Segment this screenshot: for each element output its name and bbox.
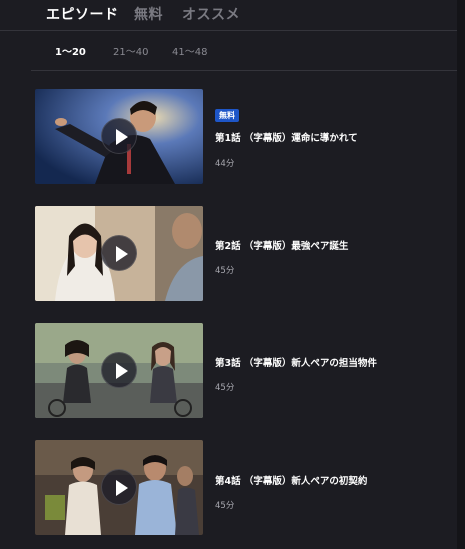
play-icon[interactable] [101, 352, 137, 388]
episode-3-thumbnail[interactable] [35, 323, 203, 418]
tab-recommended[interactable]: オススメ [182, 4, 240, 24]
episode-3-title[interactable]: 第3話 （字幕版）新人ペアの担当物件 [215, 355, 377, 369]
play-icon[interactable] [101, 235, 137, 271]
episode-2-title[interactable]: 第2話 （字幕版）最強ペア誕生 [215, 238, 348, 252]
episode-item-2[interactable]: 第2話 （字幕版）最強ペア誕生 45分 [35, 206, 455, 302]
tab-episodes[interactable]: エピソード [46, 4, 119, 24]
episode-1-thumbnail[interactable] [35, 89, 203, 184]
episode-4-duration: 45分 [215, 501, 235, 511]
tab-free[interactable]: 無料 [134, 4, 163, 24]
range-1-20[interactable]: 1〜20 [55, 43, 86, 58]
episode-2-thumbnail[interactable] [35, 206, 203, 301]
range-21-40[interactable]: 21〜40 [113, 43, 148, 58]
episode-4-title[interactable]: 第4話 （字幕版）新人ペアの初契約 [215, 473, 367, 487]
free-badge: 無料 [215, 109, 239, 122]
play-icon[interactable] [101, 118, 137, 154]
episode-3-duration: 45分 [215, 383, 235, 393]
play-icon[interactable] [101, 469, 137, 505]
episode-item-3[interactable]: 第3話 （字幕版）新人ペアの担当物件 45分 [35, 323, 455, 419]
tab-bar: エピソード 無料 オススメ [0, 0, 457, 31]
episode-item-4[interactable]: 第4話 （字幕版）新人ペアの初契約 45分 [35, 440, 455, 536]
episode-range-selector: 1〜20 21〜40 41〜48 [31, 31, 457, 71]
episode-4-thumbnail[interactable] [35, 440, 203, 535]
episode-1-title[interactable]: 第1話 （字幕版）運命に導かれて [215, 130, 358, 144]
episode-2-duration: 45分 [215, 266, 235, 276]
scrollbar-track[interactable] [457, 0, 465, 549]
episode-1-duration: 44分 [215, 159, 235, 169]
episode-item-1[interactable]: 無料 第1話 （字幕版）運命に導かれて 44分 [35, 89, 455, 185]
range-41-48[interactable]: 41〜48 [172, 43, 207, 58]
